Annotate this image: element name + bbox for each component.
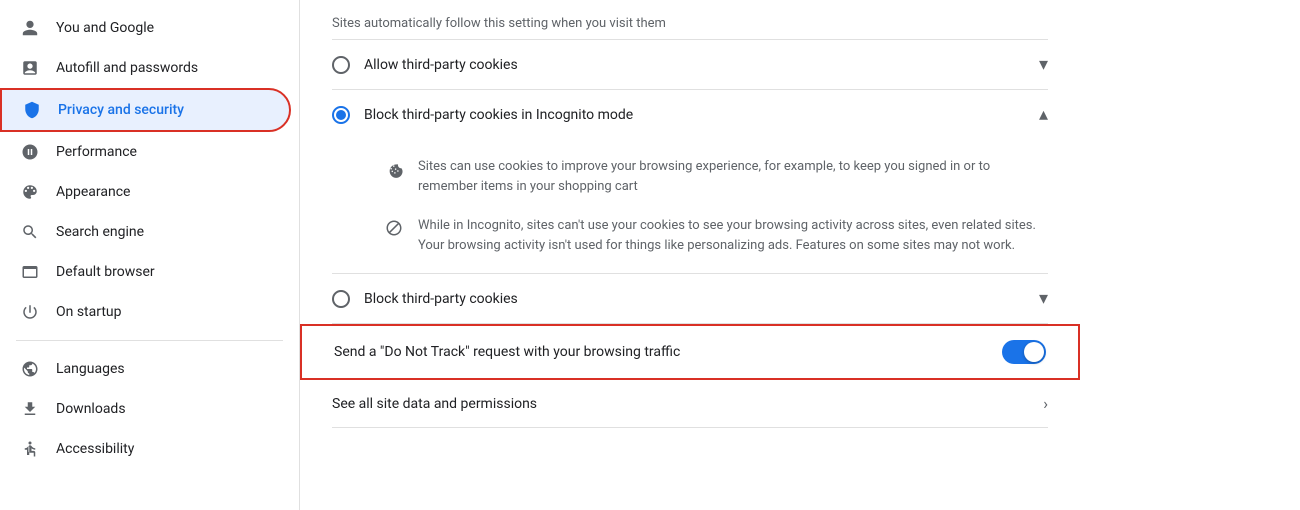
expanded-content-incognito: Sites can use cookies to improve your br… — [332, 139, 1048, 274]
sidebar-item-label: Privacy and security — [58, 102, 184, 118]
chevron-incognito-icon: ▴ — [1039, 104, 1048, 125]
sidebar-item-autofill[interactable]: Autofill and passwords — [0, 48, 291, 88]
sidebar-divider — [16, 340, 283, 341]
sidebar-item-accessibility[interactable]: Accessibility — [0, 429, 291, 469]
performance-icon — [20, 142, 40, 162]
sidebar-item-languages[interactable]: Languages — [0, 349, 291, 389]
shield-icon — [22, 100, 42, 120]
block-icon — [384, 218, 404, 238]
sidebar-item-downloads[interactable]: Downloads — [0, 389, 291, 429]
radio-block-all[interactable] — [332, 290, 350, 308]
sidebar-item-performance[interactable]: Performance — [0, 132, 291, 172]
search-icon — [20, 222, 40, 242]
site-data-row[interactable]: See all site data and permissions › — [332, 380, 1048, 428]
sidebar-item-label: Downloads — [56, 401, 126, 417]
globe-icon — [20, 359, 40, 379]
radio-allow-col — [332, 56, 350, 74]
autofill-icon — [20, 58, 40, 78]
appearance-icon — [20, 182, 40, 202]
expanded-item-cookie: Sites can use cookies to improve your br… — [384, 147, 1048, 206]
radio-allow[interactable] — [332, 56, 350, 74]
option-block-incognito[interactable]: Block third-party cookies in Incognito m… — [332, 90, 1048, 139]
browser-icon — [20, 262, 40, 282]
option-block-all-label: Block third-party cookies — [364, 291, 1025, 307]
dnt-toggle[interactable] — [1002, 340, 1046, 364]
sidebar: You and Google Autofill and passwords Pr… — [0, 0, 300, 510]
sidebar-item-privacy[interactable]: Privacy and security — [0, 88, 291, 132]
sidebar-item-label: Accessibility — [56, 441, 134, 457]
sidebar-item-label: Search engine — [56, 224, 144, 240]
sidebar-item-default-browser[interactable]: Default browser — [0, 252, 291, 292]
radio-incognito-col — [332, 106, 350, 124]
top-description: Sites automatically follow this setting … — [332, 0, 1048, 40]
sidebar-item-search-engine[interactable]: Search engine — [0, 212, 291, 252]
site-data-label: See all site data and permissions — [332, 396, 1043, 412]
accessibility-icon — [20, 439, 40, 459]
main-content: Sites automatically follow this setting … — [300, 0, 1300, 510]
chevron-block-all-icon: ▾ — [1039, 288, 1048, 309]
radio-block-all-col — [332, 290, 350, 308]
expanded-item-block: While in Incognito, sites can't use your… — [384, 206, 1048, 265]
dnt-row[interactable]: Send a "Do Not Track" request with your … — [300, 324, 1080, 380]
site-data-arrow-icon: › — [1043, 394, 1048, 413]
sidebar-item-label: Performance — [56, 144, 137, 160]
cookie-icon — [384, 159, 404, 179]
radio-incognito[interactable] — [332, 106, 350, 124]
sidebar-item-appearance[interactable]: Appearance — [0, 172, 291, 212]
download-icon — [20, 399, 40, 419]
sidebar-item-label: Autofill and passwords — [56, 60, 198, 76]
sidebar-item-you-and-google[interactable]: You and Google — [0, 8, 291, 48]
sidebar-item-label: Languages — [56, 361, 125, 377]
sidebar-item-label: Appearance — [56, 184, 130, 200]
chevron-allow-icon: ▾ — [1039, 54, 1048, 75]
expanded-text-cookie: Sites can use cookies to improve your br… — [418, 157, 1048, 196]
expanded-text-block: While in Incognito, sites can't use your… — [418, 216, 1048, 255]
sidebar-item-on-startup[interactable]: On startup — [0, 292, 291, 332]
option-block-all[interactable]: Block third-party cookies ▾ — [332, 274, 1048, 324]
sidebar-item-label: Default browser — [56, 264, 155, 280]
option-allow-third-party[interactable]: Allow third-party cookies ▾ — [332, 40, 1048, 90]
option-allow-label: Allow third-party cookies — [364, 57, 1025, 73]
power-icon — [20, 302, 40, 322]
option-incognito-label: Block third-party cookies in Incognito m… — [364, 107, 1025, 123]
dnt-label: Send a "Do Not Track" request with your … — [334, 344, 1002, 360]
person-icon — [20, 18, 40, 38]
sidebar-item-label: You and Google — [56, 20, 154, 36]
sidebar-item-label: On startup — [56, 304, 122, 320]
